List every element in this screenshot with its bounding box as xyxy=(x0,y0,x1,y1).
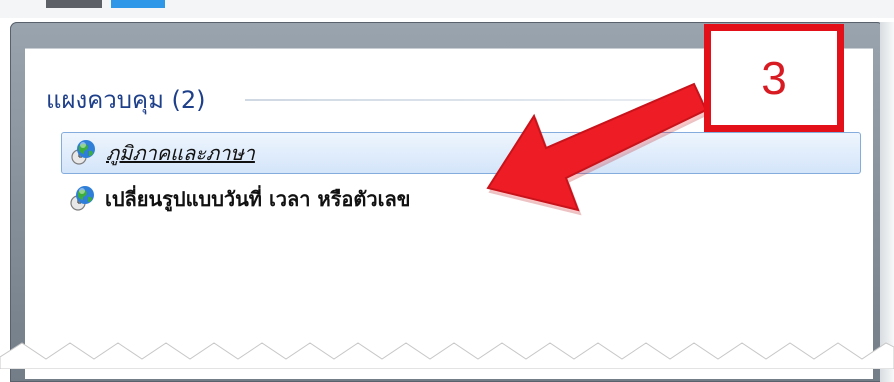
result-item-label[interactable]: เปลี่ยนรูปแบบวันที่ เวลา หรือตัวเลข xyxy=(105,183,410,215)
result-item-region-language[interactable]: ภูมิภาคและภาษา xyxy=(61,132,861,174)
group-title: แผงควบคุม (2) xyxy=(46,85,206,114)
group-header: แผงควบคุม (2) xyxy=(46,82,206,116)
taskbar-button-dark xyxy=(46,0,102,8)
result-item-label[interactable]: ภูมิภาคและภาษา xyxy=(106,137,255,169)
annotation-step-box: 3 xyxy=(704,24,844,132)
annotation-step-number: 3 xyxy=(761,52,787,104)
window-edge xyxy=(880,22,894,382)
taskbar-button-blue xyxy=(111,0,165,8)
top-strip xyxy=(0,0,894,18)
annotation-arrow xyxy=(486,82,710,216)
globe-clock-icon xyxy=(71,140,95,165)
globe-clock-icon xyxy=(70,186,94,211)
torn-edge xyxy=(0,342,894,369)
